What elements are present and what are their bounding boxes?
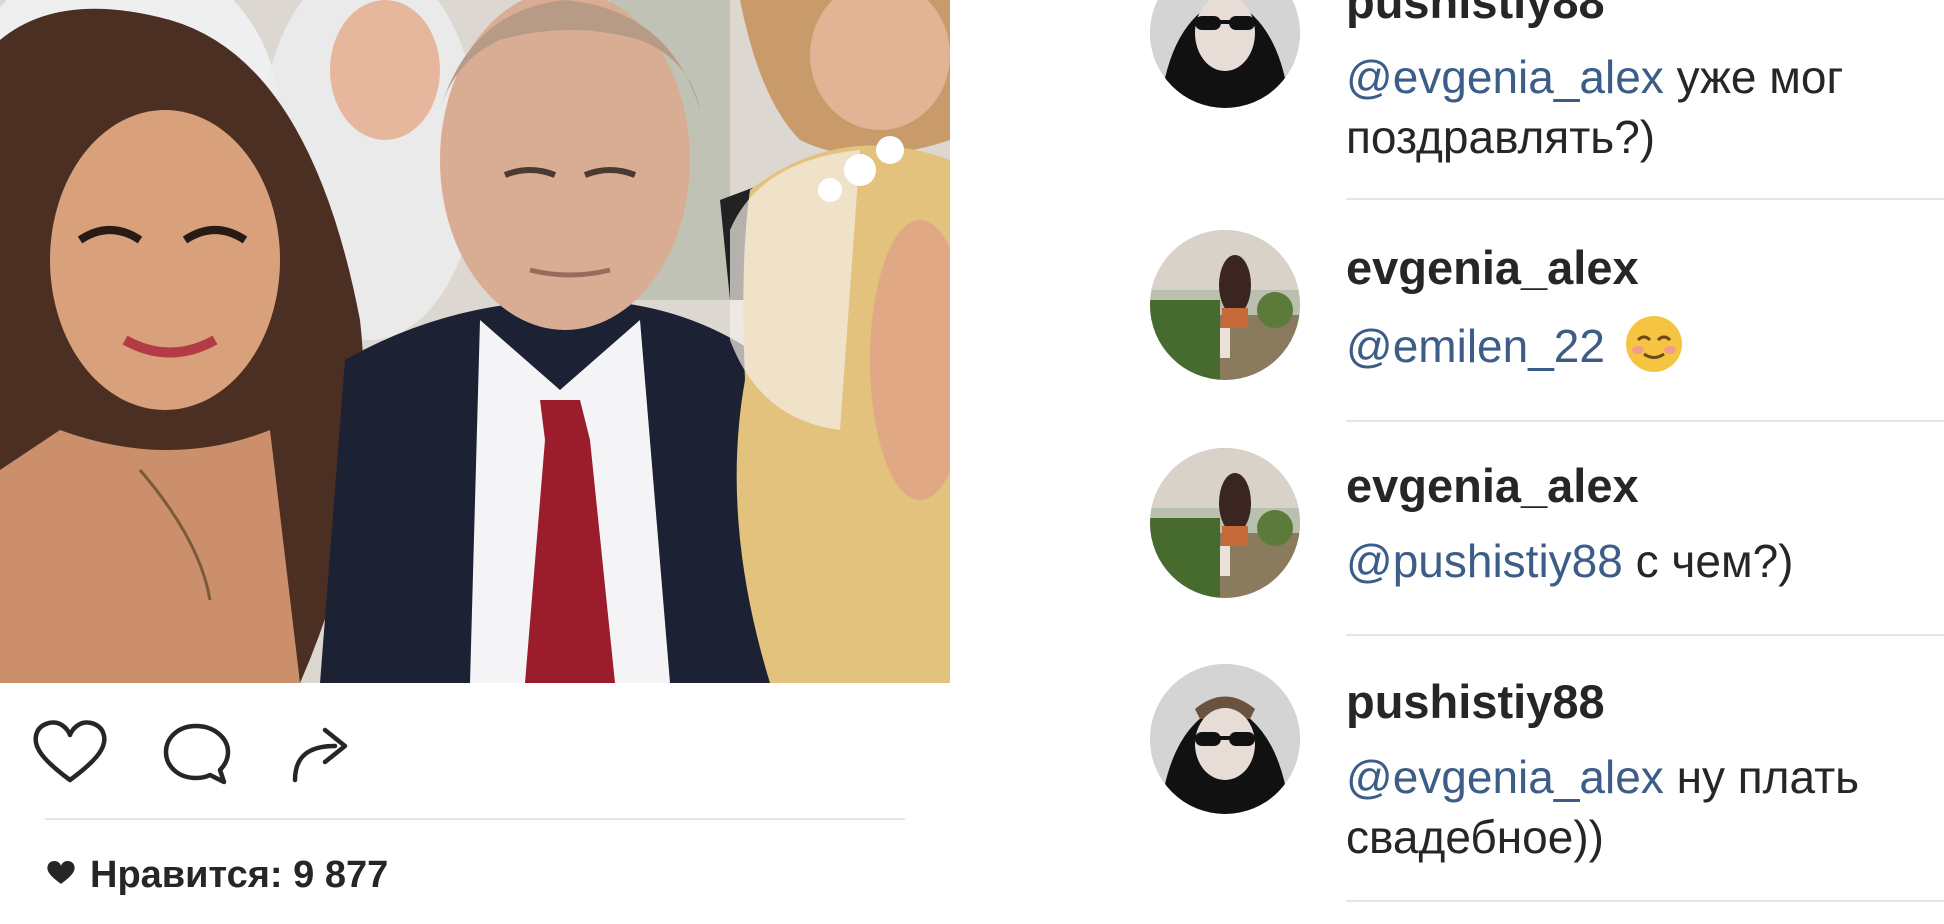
relieved-face-emoji — [1624, 314, 1684, 374]
comment-text: @pushistiy88 с чем?) — [1346, 532, 1944, 590]
comment-mention[interactable]: @pushistiy88 — [1346, 535, 1623, 587]
comment-bubble-icon — [158, 718, 238, 788]
avatar[interactable] — [1150, 230, 1300, 380]
post-photo[interactable] — [0, 0, 950, 683]
comment-username[interactable]: pushistiy88 — [1346, 674, 1605, 729]
likes-text: Нравится: 9 877 — [90, 853, 389, 896]
likes-count[interactable]: Нравится: 9 877 — [46, 850, 388, 900]
heart-filled-icon — [46, 854, 76, 897]
comments-list: pushistiy88 @evgenia_alex уже мог поздра… — [1150, 0, 1944, 924]
comment-body: ну плать — [1663, 751, 1860, 803]
avatar[interactable] — [1150, 664, 1300, 814]
comment-text: @emilen_22 — [1346, 314, 1944, 375]
comment-text: @evgenia_alex уже мог — [1346, 48, 1944, 106]
comment-divider — [1346, 634, 1944, 636]
comment-mention[interactable]: @emilen_22 — [1346, 320, 1605, 372]
comment-body: с чем?) — [1622, 535, 1794, 587]
instagram-post: Нравится: 9 877 — [0, 0, 950, 924]
comment-body: уже мог — [1663, 51, 1844, 103]
share-arrow-icon — [285, 718, 365, 788]
heart-outline-icon — [30, 718, 110, 788]
comment-divider — [1346, 198, 1944, 200]
comment-divider — [1346, 900, 1944, 902]
comment-text-line2: свадебное)) — [1346, 811, 1604, 863]
post-divider — [45, 818, 905, 820]
share-button[interactable] — [285, 718, 365, 788]
comment-divider — [1346, 420, 1944, 422]
avatar[interactable] — [1150, 0, 1300, 108]
comment-username[interactable]: evgenia_alex — [1346, 240, 1639, 295]
comment-mention[interactable]: @evgenia_alex — [1346, 51, 1664, 103]
comment-text: @evgenia_alex ну плать — [1346, 748, 1944, 806]
comment-button[interactable] — [158, 718, 238, 788]
comment-username[interactable]: evgenia_alex — [1346, 458, 1639, 513]
comment-text-line2: поздравлять?) — [1346, 111, 1656, 163]
comment-body — [1605, 320, 1618, 372]
comment-mention[interactable]: @evgenia_alex — [1346, 751, 1664, 803]
comment-username[interactable]: pushistiy88 — [1346, 0, 1605, 29]
avatar[interactable] — [1150, 448, 1300, 598]
like-button[interactable] — [30, 718, 110, 788]
